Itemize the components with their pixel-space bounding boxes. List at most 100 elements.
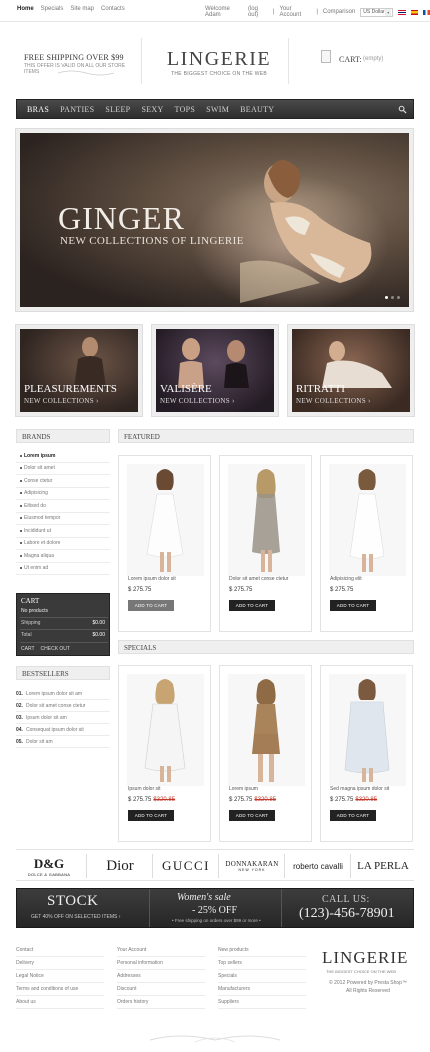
- footer-link[interactable]: Suppliers: [218, 999, 239, 1005]
- slider-dots[interactable]: [385, 296, 400, 299]
- nav-item-beauty[interactable]: BEAUTY: [240, 105, 274, 114]
- list-item[interactable]: 01. Lorem ipsum dolor sit am: [16, 688, 110, 700]
- footer-link[interactable]: Orders history: [117, 999, 148, 1005]
- header-cart[interactable]: CART: (empty): [288, 38, 414, 84]
- footer-link[interactable]: Discount: [117, 986, 136, 992]
- brand-link[interactable]: Adipisicing: [24, 490, 48, 496]
- top-link-home[interactable]: Home: [17, 6, 34, 12]
- brand-logo-donna-karan[interactable]: DONNAKARAN NEW YORK: [220, 850, 284, 882]
- sale-title[interactable]: Women's sale: [177, 892, 231, 903]
- nav-item-sleep[interactable]: SLEEP: [105, 105, 130, 114]
- top-link-specials[interactable]: Specials: [41, 6, 64, 12]
- footer-link[interactable]: Contact: [16, 947, 33, 953]
- top-link-contacts[interactable]: Contacts: [101, 6, 125, 12]
- promo-link[interactable]: NEW COLLECTIONS ›: [160, 397, 235, 405]
- account-link[interactable]: Your Account: [279, 6, 311, 18]
- brand-logo-dior[interactable]: Dior: [88, 850, 152, 882]
- nav-item-panties[interactable]: PANTIES: [60, 105, 94, 114]
- search-icon[interactable]: [398, 105, 407, 114]
- featured-title: FEATURED: [124, 433, 160, 441]
- nav-item-bras[interactable]: BRAS: [27, 105, 49, 114]
- product-name[interactable]: Dolor sit amet conse ctetur: [229, 576, 288, 582]
- product-name[interactable]: Ipsum dolor sit: [128, 786, 161, 792]
- product-card[interactable]: Dolor sit amet conse ctetur $ 275.75 ADD…: [219, 455, 312, 632]
- compare-link[interactable]: Comparison: [323, 9, 355, 15]
- nav-item-tops[interactable]: TOPS: [175, 105, 196, 114]
- footer-link[interactable]: Specials: [218, 973, 237, 979]
- cart-button[interactable]: CART: [21, 646, 35, 652]
- promo-tile-pleasurements[interactable]: PLEASUREMENTS NEW COLLECTIONS ›: [15, 324, 143, 417]
- footer-link[interactable]: Legal Notice: [16, 973, 44, 979]
- footer-link[interactable]: Your Account: [117, 947, 146, 953]
- brand-link[interactable]: Dolor sit amet: [24, 465, 55, 471]
- brand-link[interactable]: Incididunt ut: [24, 528, 51, 534]
- slider-dot[interactable]: [391, 296, 394, 299]
- nav-item-sexy[interactable]: SEXY: [141, 105, 163, 114]
- brand-logo-roberto-cavalli[interactable]: roberto cavalli: [286, 850, 350, 882]
- brand-link[interactable]: Ut enim ad: [24, 565, 48, 571]
- footer-link[interactable]: Manufacturers: [218, 986, 250, 992]
- list-item[interactable]: 05. Dolor sit am: [16, 736, 110, 748]
- logout-link[interactable]: (log out): [248, 6, 268, 18]
- brand-logo-la-perla[interactable]: LA PERLA: [352, 850, 414, 882]
- add-to-cart-button[interactable]: ADD TO CART: [229, 600, 275, 611]
- footer-link[interactable]: Personal information: [117, 960, 163, 966]
- top-link-sitemap[interactable]: Site map: [70, 6, 94, 12]
- brand-link[interactable]: Labore et dolore: [24, 540, 60, 546]
- stock-title[interactable]: STOCK: [47, 893, 98, 910]
- product-image[interactable]: [127, 464, 204, 576]
- brand-logo-gucci[interactable]: GUCCI: [154, 850, 218, 882]
- currency-select[interactable]: US Dollar ▾: [360, 7, 394, 17]
- logo[interactable]: LINGERIE: [149, 48, 289, 71]
- add-to-cart-button[interactable]: ADD TO CART: [128, 600, 174, 611]
- product-image[interactable]: [127, 674, 204, 786]
- product-card[interactable]: Lorem ipsum dolor sit $ 275.75 ADD TO CA…: [118, 455, 211, 632]
- promo-link[interactable]: NEW COLLECTIONS ›: [296, 397, 371, 405]
- product-image[interactable]: [228, 464, 305, 576]
- product-card[interactable]: Sed magna ipsum dolor sit $ 275.75 $320.8…: [320, 665, 413, 842]
- brand-link[interactable]: Magna aliqua: [24, 553, 54, 559]
- promo-link[interactable]: NEW COLLECTIONS ›: [24, 397, 99, 405]
- add-to-cart-button[interactable]: ADD TO CART: [330, 600, 376, 611]
- nav-item-swim[interactable]: SWIM: [206, 105, 229, 114]
- add-to-cart-button[interactable]: ADD TO CART: [128, 810, 174, 821]
- hero-banner[interactable]: GINGER NEW COLLECTIONS OF LINGERIE: [15, 128, 414, 312]
- brand-link[interactable]: Eiltsed do: [24, 503, 46, 509]
- product-image[interactable]: [228, 674, 305, 786]
- flag-es-icon[interactable]: [410, 9, 418, 15]
- flag-fr-icon[interactable]: [422, 9, 430, 15]
- product-name[interactable]: Sed magna ipsum dolor sit: [330, 786, 389, 792]
- footer-link[interactable]: Addresses: [117, 973, 141, 979]
- list-item[interactable]: 04. Consequat ipsum dolor sit: [16, 724, 110, 736]
- footer-logo[interactable]: LINGERIE: [322, 948, 408, 968]
- footer-link[interactable]: About us: [16, 999, 36, 1005]
- promo-tile-valisere[interactable]: VALISÈRE NEW COLLECTIONS ›: [151, 324, 279, 417]
- add-to-cart-button[interactable]: ADD TO CART: [330, 810, 376, 821]
- brands-title: BRANDS: [22, 433, 51, 441]
- product-name[interactable]: Lorem ipsum dolor sit: [128, 576, 176, 582]
- product-name[interactable]: Lorem ipsum: [229, 786, 258, 792]
- list-item[interactable]: 03. Ipsum dolor sit am: [16, 712, 110, 724]
- footer-link[interactable]: New products: [218, 947, 249, 953]
- product-card[interactable]: Ipsum dolor sit $ 275.75 $320.85 ADD TO C…: [118, 665, 211, 842]
- list-item[interactable]: 02. Dolor sit amet conse ctetur: [16, 700, 110, 712]
- footer-link[interactable]: Terms and conditions of use: [16, 986, 78, 992]
- checkout-button[interactable]: CHECK OUT: [41, 646, 70, 652]
- flag-uk-icon[interactable]: [398, 9, 406, 15]
- brand-logo-dg[interactable]: D&G DOLCE & GABBANA: [16, 850, 82, 882]
- footer-link[interactable]: Top sellers: [218, 960, 242, 966]
- brand-link[interactable]: Lorem ipsum: [24, 453, 55, 459]
- add-to-cart-button[interactable]: ADD TO CART: [229, 810, 275, 821]
- footer-link[interactable]: Delivery: [16, 960, 34, 966]
- product-image[interactable]: [329, 464, 406, 576]
- slider-dot[interactable]: [385, 296, 388, 299]
- stock-subtitle[interactable]: GET 40% OFF ON SELECTED ITEMS ›: [31, 914, 120, 920]
- product-image[interactable]: [329, 674, 406, 786]
- brand-link[interactable]: Conse ctetur: [24, 478, 52, 484]
- slider-dot[interactable]: [397, 296, 400, 299]
- brand-link[interactable]: Eiusmod tempor: [24, 515, 60, 521]
- product-name[interactable]: Adipisicing elit: [330, 576, 362, 582]
- product-card[interactable]: Lorem ipsum $ 275.75 $320.85 ADD TO CART: [219, 665, 312, 842]
- promo-tile-ritratti[interactable]: RITRATTI NEW COLLECTIONS ›: [287, 324, 415, 417]
- product-card[interactable]: Adipisicing elit $ 275.75 ADD TO CART: [320, 455, 413, 632]
